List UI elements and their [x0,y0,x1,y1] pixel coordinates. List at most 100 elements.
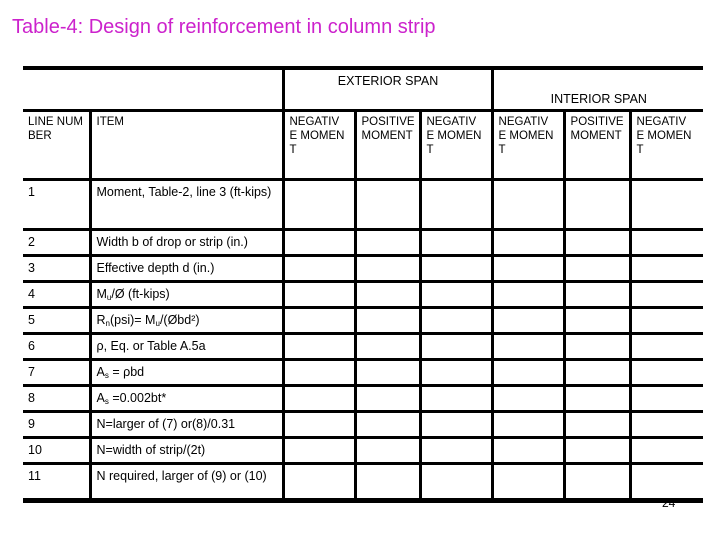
value-cell[interactable] [353,410,422,439]
table-row: 7 As = ρbd [23,358,704,387]
value-cell[interactable] [281,436,357,465]
value-cell[interactable] [353,332,422,361]
value-cell[interactable] [281,228,357,257]
value-cell[interactable] [418,436,494,465]
value-cell[interactable] [418,254,494,283]
value-cell[interactable] [490,358,566,387]
value-cell[interactable] [562,280,632,309]
value-cell[interactable] [562,254,632,283]
value-cell[interactable] [281,254,357,283]
value-cell[interactable] [562,384,632,413]
item-cell: Mu/Ø (ft-kips) [88,280,285,309]
value-cell[interactable] [628,306,704,335]
value-cell[interactable] [490,306,566,335]
line-number-cell: 10 [23,436,92,465]
value-cell[interactable] [628,178,704,231]
table-row: 1 Moment, Table-2, line 3 (ft-kips) [23,178,704,231]
value-cell[interactable] [490,280,566,309]
line-number-cell: 9 [23,410,92,439]
line-number-cell: 5 [23,306,92,335]
value-cell[interactable] [628,384,704,413]
value-cell[interactable] [281,358,357,387]
value-cell[interactable] [418,178,494,231]
value-cell[interactable] [353,306,422,335]
value-cell[interactable] [562,178,632,231]
value-cell[interactable] [418,358,494,387]
value-cell[interactable] [562,462,632,503]
line-number-cell: 7 [23,358,92,387]
value-cell[interactable] [281,306,357,335]
table-row: 6 ρ, Eq. or Table A.5a [23,332,704,361]
slide-title: Table-4: Design of reinforcement in colu… [12,16,436,38]
group-header-row: EXTERIOR SPAN INTERIOR SPAN [23,66,704,112]
value-cell[interactable] [628,254,704,283]
value-cell[interactable] [490,462,566,503]
page-number: 24 [662,496,676,510]
column-header-row: LINE NUMBER ITEM NEGATIVE MOMENT POSITIV… [23,109,704,181]
value-cell[interactable] [490,410,566,439]
value-cell[interactable] [418,228,494,257]
value-cell[interactable] [628,462,704,503]
value-cell[interactable] [353,178,422,231]
value-cell[interactable] [281,462,357,503]
value-cell[interactable] [628,410,704,439]
moment-header: POSITIVE MOMENT [562,109,632,181]
value-cell[interactable] [281,178,357,231]
item-cell: As =0.002bt* [88,384,285,413]
value-cell[interactable] [353,228,422,257]
value-cell[interactable] [628,332,704,361]
value-cell[interactable] [281,410,357,439]
value-cell[interactable] [562,228,632,257]
value-cell[interactable] [353,254,422,283]
moment-header: NEGATIVE MOMENT [418,109,494,181]
header-blank-cell [23,66,285,112]
line-number-cell: 6 [23,332,92,361]
value-cell[interactable] [628,358,704,387]
line-number-cell: 8 [23,384,92,413]
item-text: =0.002bt* [108,391,167,405]
value-cell[interactable] [353,436,422,465]
interior-span-header: INTERIOR SPAN [490,66,704,112]
value-cell[interactable] [562,332,632,361]
value-cell[interactable] [281,280,357,309]
item-cell: Moment, Table-2, line 3 (ft-kips) [88,178,285,231]
item-cell: N=larger of (7) or(8)/0.31 [88,410,285,439]
value-cell[interactable] [418,462,494,503]
reinforcement-design-table: EXTERIOR SPAN INTERIOR SPAN LINE NUMBER … [23,66,704,503]
exterior-span-header: EXTERIOR SPAN [281,66,494,112]
value-cell[interactable] [418,280,494,309]
value-cell[interactable] [562,410,632,439]
value-cell[interactable] [490,436,566,465]
value-cell[interactable] [562,358,632,387]
moment-header: POSITIVE MOMENT [353,109,422,181]
value-cell[interactable] [562,436,632,465]
item-text: /(Øbd²) [159,313,200,327]
table-row: 8 As =0.002bt* [23,384,704,413]
table-row: 5 Rn(psi)= Mu/(Øbd²) [23,306,704,335]
value-cell[interactable] [490,332,566,361]
value-cell[interactable] [490,178,566,231]
value-cell[interactable] [418,332,494,361]
table-row: 4 Mu/Ø (ft-kips) [23,280,704,309]
value-cell[interactable] [490,228,566,257]
item-cell: As = ρbd [88,358,285,387]
value-cell[interactable] [353,384,422,413]
value-cell[interactable] [418,306,494,335]
item-text: A [96,391,105,405]
moment-header: NEGATIVE MOMENT [628,109,704,181]
value-cell[interactable] [628,280,704,309]
table-row: 2 Width b of drop or strip (in.) [23,228,704,257]
value-cell[interactable] [353,462,422,503]
line-number-cell: 1 [23,178,92,231]
value-cell[interactable] [490,254,566,283]
value-cell[interactable] [418,384,494,413]
value-cell[interactable] [628,228,704,257]
value-cell[interactable] [562,306,632,335]
value-cell[interactable] [353,280,422,309]
value-cell[interactable] [490,384,566,413]
value-cell[interactable] [281,384,357,413]
value-cell[interactable] [628,436,704,465]
value-cell[interactable] [418,410,494,439]
value-cell[interactable] [353,358,422,387]
value-cell[interactable] [281,332,357,361]
